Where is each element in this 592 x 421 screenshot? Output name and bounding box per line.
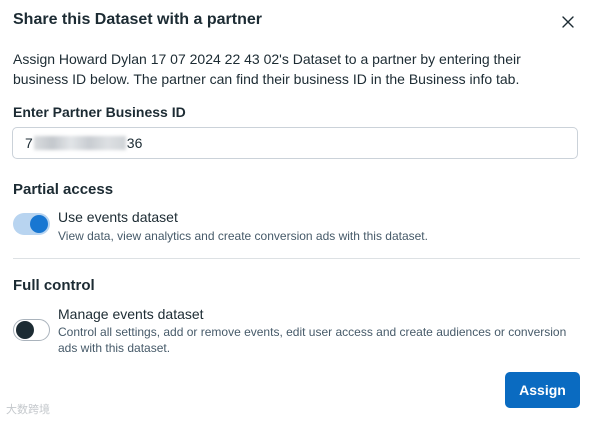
section-divider	[13, 258, 580, 259]
partial-access-heading: Partial access	[13, 181, 114, 198]
dialog-title: Share this Dataset with a partner	[13, 11, 262, 28]
full-control-heading: Full control	[13, 277, 95, 294]
use-events-dataset-description: View data, view analytics and create con…	[58, 229, 428, 243]
partner-id-input[interactable]: 7 36	[12, 127, 578, 159]
redacted-id-blur	[33, 136, 126, 150]
toggle-knob	[30, 215, 48, 233]
use-events-dataset-toggle[interactable]	[13, 213, 50, 235]
toggle-knob	[16, 321, 34, 339]
close-button[interactable]	[557, 11, 579, 33]
partner-id-value-start: 7	[25, 135, 33, 151]
manage-events-dataset-description: Control all settings, add or remove even…	[58, 325, 567, 355]
watermark: 大数跨境	[6, 404, 50, 416]
assign-button[interactable]: Assign	[505, 372, 580, 408]
manage-events-dataset-toggle[interactable]	[13, 319, 50, 341]
partner-id-label: Enter Partner Business ID	[13, 104, 186, 120]
dialog-description: Assign Howard Dylan 17 07 2024 22 43 02'…	[13, 51, 521, 87]
share-dataset-dialog: Share this Dataset with a partner Assign…	[0, 0, 592, 421]
use-events-dataset-title: Use events dataset	[58, 209, 178, 225]
manage-events-dataset-title: Manage events dataset	[58, 306, 204, 322]
partner-id-value-end: 36	[126, 135, 143, 151]
close-icon	[562, 16, 574, 28]
